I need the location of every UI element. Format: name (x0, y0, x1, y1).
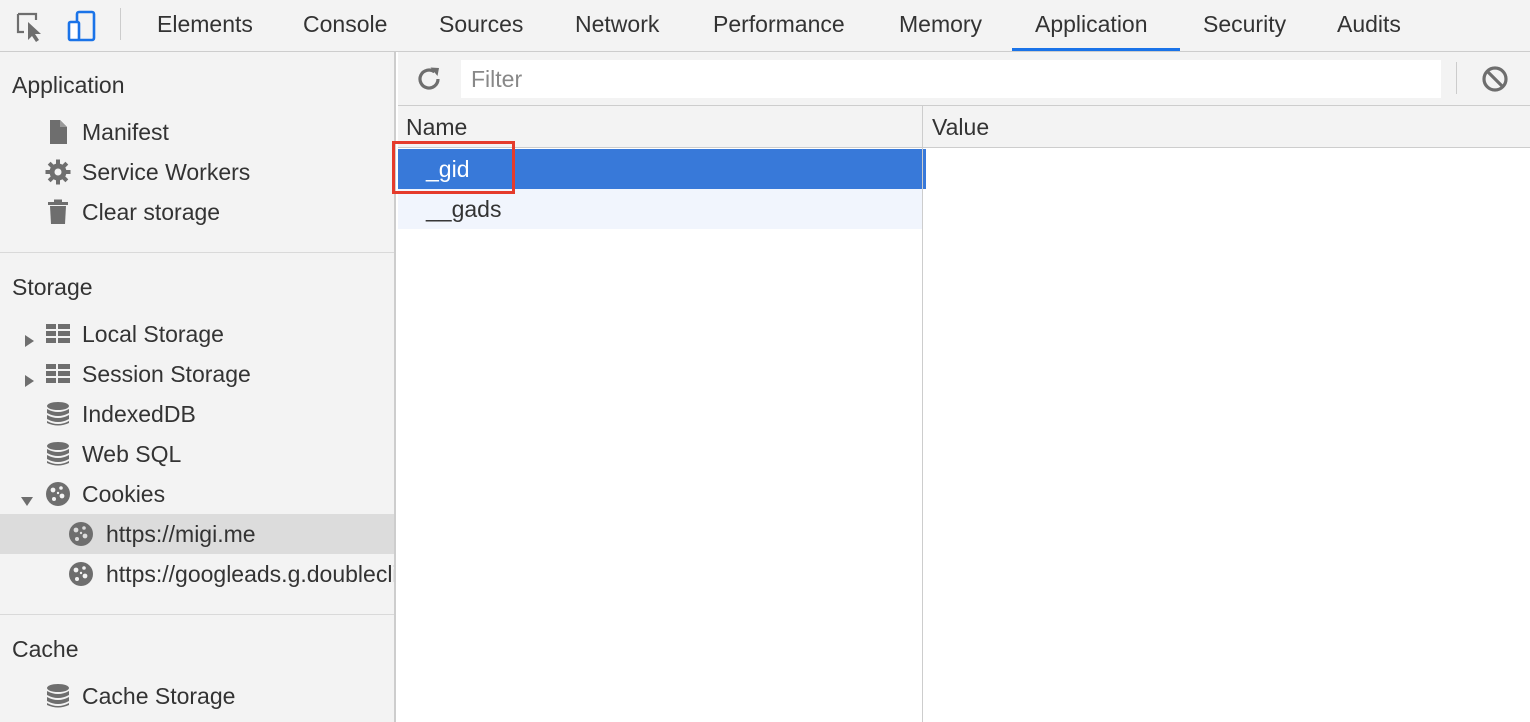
cookie-name-cell: __gads (426, 196, 502, 222)
expand-arrow-icon[interactable] (22, 327, 36, 347)
sidebar-item-label: IndexedDB (82, 401, 196, 427)
tab-network[interactable]: Network (575, 0, 659, 52)
sidebar-item-label: Manifest (82, 119, 169, 145)
cookie-icon (68, 521, 94, 547)
clear-all-icon[interactable] (1480, 64, 1510, 94)
cookie-icon (68, 561, 94, 587)
sidebar-item-label: Session Storage (82, 361, 251, 387)
filter-toolbar (398, 52, 1530, 106)
filter-input[interactable] (461, 60, 1441, 98)
sidebar-item-local-storage[interactable]: Local Storage (0, 314, 394, 354)
inspect-element-icon[interactable] (12, 8, 48, 44)
tab-memory[interactable]: Memory (899, 0, 982, 52)
active-tab-indicator (1012, 48, 1180, 51)
section-title-application: Application (12, 72, 125, 98)
grid-icon (45, 321, 71, 347)
cookies-panel: Name Value _gid __gads (398, 52, 1530, 722)
cookie-icon (45, 481, 71, 507)
database-icon (45, 441, 71, 467)
toolbar-separator (1456, 62, 1457, 94)
tab-performance[interactable]: Performance (713, 0, 845, 52)
sidebar-item-cache-storage[interactable]: Cache Storage (0, 676, 394, 716)
cookie-name-cell: _gid (426, 156, 470, 182)
sidebar-item-manifest[interactable]: Manifest (0, 112, 394, 152)
gear-icon (45, 159, 71, 185)
section-title-cache: Cache (12, 636, 79, 662)
section-title-storage: Storage (12, 274, 93, 300)
devtools-tab-bar: Elements Console Sources Network Perform… (0, 0, 1530, 52)
sidebar-item-session-storage[interactable]: Session Storage (0, 354, 394, 394)
table-row[interactable]: __gads (398, 189, 922, 229)
file-icon (45, 119, 71, 145)
sidebar-item-cookie-googleads[interactable]: https://googleads.g.doubleclick.net (0, 554, 394, 594)
tab-elements[interactable]: Elements (157, 0, 253, 52)
sidebar-item-label: https://googleads.g.doubleclick.net (106, 561, 394, 587)
section-divider (0, 614, 394, 615)
selected-row-value-edge (923, 149, 926, 189)
tab-sources[interactable]: Sources (439, 0, 523, 52)
tab-security[interactable]: Security (1203, 0, 1286, 52)
sidebar-item-label: Web SQL (82, 441, 182, 467)
sidebar-item-cookie-migi[interactable]: https://migi.me (0, 514, 394, 554)
application-sidebar: Application Manifest Service Workers Cle… (0, 52, 396, 722)
sidebar-item-clear-storage[interactable]: Clear storage (0, 192, 394, 232)
tab-console[interactable]: Console (303, 0, 387, 52)
sidebar-item-web-sql[interactable]: Web SQL (0, 434, 394, 474)
sidebar-item-label: Cache Storage (82, 683, 236, 709)
cookies-table: Name Value _gid __gads (398, 106, 1530, 722)
sidebar-item-cookies[interactable]: Cookies (0, 474, 394, 514)
table-row[interactable]: _gid (398, 149, 922, 189)
sidebar-item-label: Local Storage (82, 321, 224, 347)
sidebar-item-label: Cookies (82, 481, 166, 507)
trash-icon (45, 199, 71, 225)
database-icon (45, 683, 71, 709)
grid-icon (45, 361, 71, 387)
sidebar-item-label: Service Workers (82, 159, 251, 185)
collapse-arrow-icon[interactable] (20, 487, 34, 506)
device-toggle-icon[interactable] (64, 8, 100, 44)
sidebar-item-label: https://migi.me (106, 521, 256, 547)
column-header-name[interactable]: Name (406, 114, 467, 141)
section-divider (0, 252, 394, 253)
refresh-icon[interactable] (414, 64, 444, 94)
table-header: Name Value (398, 106, 1530, 148)
expand-arrow-icon[interactable] (22, 367, 36, 387)
sidebar-item-service-workers[interactable]: Service Workers (0, 152, 394, 192)
column-divider[interactable] (922, 106, 923, 722)
column-header-value[interactable]: Value (932, 114, 989, 141)
sidebar-item-indexeddb[interactable]: IndexedDB (0, 394, 394, 434)
tab-audits[interactable]: Audits (1337, 0, 1401, 52)
toolbar-separator (120, 8, 121, 40)
tab-application[interactable]: Application (1035, 0, 1148, 52)
sidebar-item-label: Clear storage (82, 199, 221, 225)
database-icon (45, 401, 71, 427)
